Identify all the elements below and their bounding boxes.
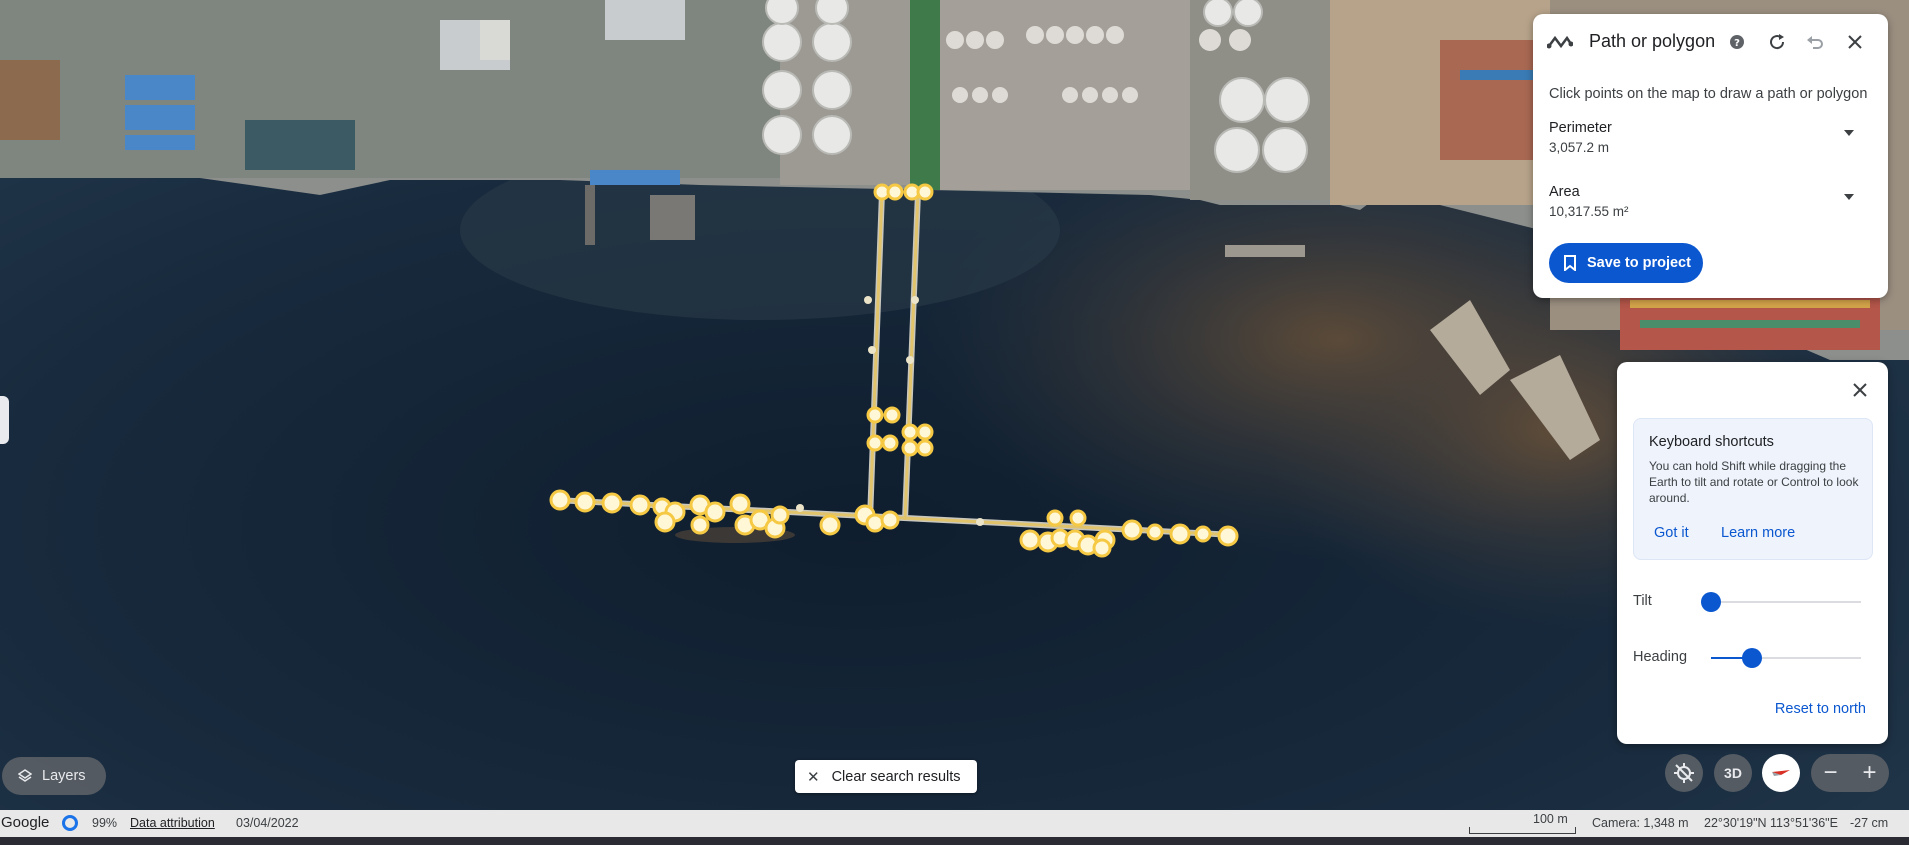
status-bar: Google 99% Data attribution 03/04/2022 1… [0, 810, 1909, 837]
side-panel-toggle[interactable] [0, 396, 9, 444]
tilt-slider[interactable] [1701, 592, 1861, 612]
area-value: 10,317.55 m² [1549, 204, 1629, 219]
chevron-down-icon[interactable] [1844, 130, 1854, 136]
compass-icon [1772, 770, 1790, 776]
location-off-icon [1674, 763, 1694, 783]
reset-to-north-button[interactable]: Reset to north [1775, 701, 1866, 717]
tip-body: You can hold Shift while dragging the Ea… [1649, 459, 1859, 505]
path-polygon-panel: Path or polygon ? Click points on the ma… [1533, 14, 1888, 298]
perimeter-row[interactable]: Perimeter 3,057.2 m [1533, 120, 1888, 176]
bookmark-icon [1564, 255, 1576, 271]
3d-toggle-button[interactable]: 3D [1714, 754, 1752, 792]
heading-slider-thumb[interactable] [1741, 648, 1762, 668]
google-logo: Google [1, 814, 50, 831]
scale-bar [1469, 827, 1576, 834]
imagery-date: 03/04/2022 [236, 816, 299, 830]
panel-header: Path or polygon ? [1533, 14, 1888, 70]
panel-instruction: Click points on the map to draw a path o… [1549, 86, 1868, 102]
layers-label: Layers [42, 768, 86, 784]
keyboard-shortcuts-tip: Keyboard shortcuts You can hold Shift wh… [1633, 418, 1873, 560]
svg-text:?: ? [1734, 38, 1740, 49]
save-label: Save to project [1587, 255, 1691, 271]
heading-slider[interactable] [1711, 648, 1861, 668]
heading-label: Heading [1633, 649, 1688, 665]
perimeter-value: 3,057.2 m [1549, 140, 1610, 155]
elevation: -27 cm [1850, 816, 1889, 830]
window-bottom-edge [0, 837, 1909, 845]
zoom-out-button[interactable]: − [1811, 754, 1850, 792]
close-icon[interactable] [1846, 376, 1874, 404]
got-it-button[interactable]: Got it [1654, 525, 1689, 541]
data-attribution-link[interactable]: Data attribution [130, 816, 215, 830]
layers-icon [18, 769, 32, 782]
clear-label: Clear search results [831, 768, 961, 785]
close-icon[interactable] [1841, 28, 1869, 56]
coordinates: 22°30'19"N 113°51'36"E [1704, 816, 1838, 830]
scale-label: 100 m [1533, 812, 1568, 826]
navigation-panel: Keyboard shortcuts You can hold Shift wh… [1617, 362, 1888, 744]
chevron-down-icon[interactable] [1844, 194, 1854, 200]
layers-button[interactable]: Layers [2, 757, 106, 795]
tilt-label: Tilt [1633, 593, 1652, 609]
zoom-controls: − + [1811, 754, 1889, 792]
tip-title: Keyboard shortcuts [1649, 434, 1774, 450]
close-icon: ✕ [807, 768, 820, 786]
save-to-project-button[interactable]: Save to project [1549, 243, 1703, 283]
help-icon[interactable]: ? [1723, 28, 1751, 56]
compass-button[interactable] [1762, 754, 1800, 792]
load-percent: 99% [92, 816, 118, 830]
clear-search-results-button[interactable]: ✕ Clear search results [795, 760, 977, 793]
perimeter-label: Perimeter [1549, 120, 1612, 136]
panel-title: Path or polygon [1589, 31, 1716, 51]
no-location-button[interactable] [1665, 754, 1703, 792]
zoom-in-button[interactable]: + [1850, 754, 1889, 792]
tilt-slider-thumb[interactable] [1701, 592, 1721, 612]
camera-altitude: Camera: 1,348 m [1592, 816, 1689, 830]
undo-icon[interactable] [1801, 28, 1829, 56]
area-label: Area [1549, 184, 1580, 200]
learn-more-link[interactable]: Learn more [1721, 525, 1795, 541]
loading-ring-icon [62, 815, 78, 831]
area-row[interactable]: Area 10,317.55 m² [1533, 184, 1888, 240]
refresh-icon[interactable] [1763, 28, 1791, 56]
route-icon [1547, 35, 1573, 49]
